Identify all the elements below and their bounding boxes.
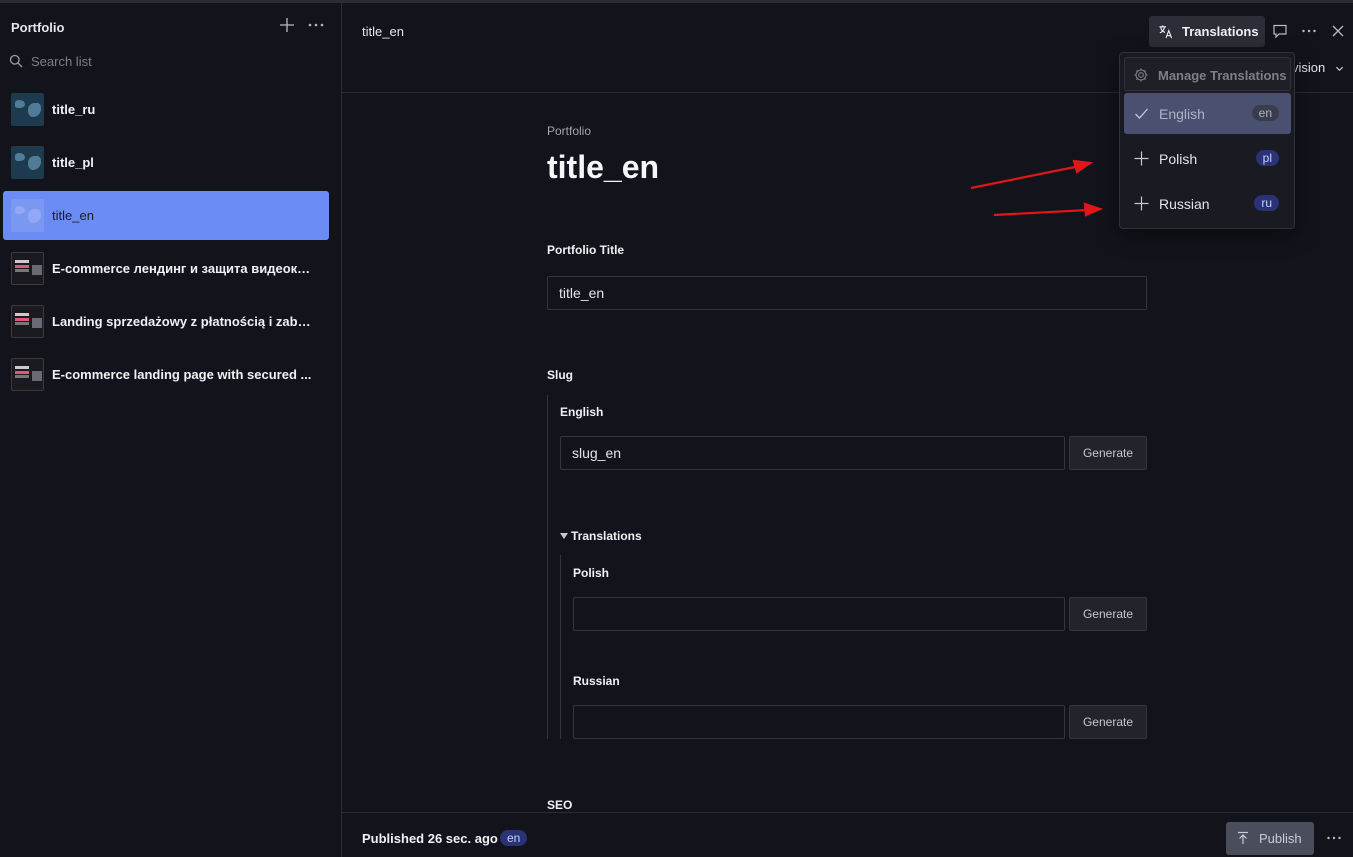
slug-russian-label: Russian (573, 674, 620, 688)
sidebar: Portfolio title_ru title_pl title_en E-c… (0, 3, 342, 857)
more-icon[interactable] (1301, 23, 1317, 39)
thumbnail (11, 252, 44, 285)
slug-group-border (547, 395, 548, 739)
publish-button-label: Publish (1259, 831, 1302, 846)
slug-polish-label: Polish (573, 566, 610, 580)
translations-menu: Manage Translations English en Polish pl… (1119, 52, 1295, 229)
list-item-active[interactable]: title_en (3, 191, 329, 240)
sidebar-header: Portfolio (0, 3, 341, 51)
breadcrumb: Portfolio (547, 124, 592, 138)
translations-button[interactable]: Translations (1149, 16, 1265, 47)
menu-item-label: Russian (1159, 196, 1210, 212)
thumbnail (11, 358, 44, 391)
portfolio-title-label: Portfolio Title (547, 243, 625, 257)
plus-icon (1134, 151, 1149, 166)
publish-button[interactable]: Publish (1226, 822, 1314, 855)
document-footer: Published 26 sec. ago en Publish (342, 812, 1353, 857)
caret-down-icon (560, 532, 568, 539)
gear-icon (1134, 68, 1148, 82)
document-list: title_ru title_pl title_en E-commerce ле… (3, 85, 329, 403)
menu-item-english[interactable]: English en (1124, 93, 1291, 134)
list-item[interactable]: title_ru (3, 85, 329, 134)
thumbnail (11, 146, 44, 179)
language-badge: en (1251, 105, 1279, 121)
translations-group-border (560, 555, 561, 739)
sidebar-search (9, 51, 329, 73)
slug-label: Slug (547, 368, 573, 382)
language-code: pl (1255, 150, 1279, 166)
list-item[interactable]: Landing sprzedażowy z płatnością i zabe.… (3, 297, 329, 346)
list-item-label: title_ru (52, 102, 96, 117)
plus-icon (1134, 196, 1149, 211)
page-title: title_en (547, 149, 660, 185)
list-item[interactable]: title_pl (3, 138, 329, 187)
list-item[interactable]: E-commerce лендинг и защита видеоку... (3, 244, 329, 293)
document-header-title: title_en (362, 24, 404, 39)
slug-english-input[interactable] (560, 436, 1065, 470)
menu-item-label: Polish (1159, 151, 1198, 167)
generate-button[interactable]: Generate (1069, 436, 1147, 470)
slug-polish-input[interactable] (573, 597, 1065, 631)
language-badge: pl (1255, 150, 1279, 166)
comment-icon[interactable] (1272, 23, 1288, 39)
sidebar-title: Portfolio (11, 20, 65, 35)
plus-icon[interactable] (278, 16, 296, 34)
list-item-label: Landing sprzedażowy z płatnością i zabe.… (52, 314, 312, 329)
list-item[interactable]: E-commerce landing page with secured ... (3, 350, 329, 399)
list-item-label: E-commerce landing page with secured ... (52, 367, 312, 382)
search-icon (9, 54, 23, 68)
translate-icon (1159, 25, 1173, 39)
list-item-label: title_pl (52, 155, 94, 170)
thumbnail (11, 305, 44, 338)
publish-icon (1238, 831, 1248, 844)
revision-label: vision (1292, 60, 1326, 75)
thumbnail (11, 93, 44, 126)
menu-item-label: English (1159, 106, 1205, 122)
seo-label: SEO (547, 798, 573, 812)
translations-collapse-toggle[interactable]: Translations (560, 529, 642, 543)
menu-item-polish[interactable]: Polish pl (1124, 138, 1291, 179)
revision-selector[interactable]: vision (1292, 60, 1344, 75)
check-icon (1135, 108, 1148, 119)
portfolio-title-input[interactable] (547, 276, 1147, 310)
manage-translations-button[interactable]: Manage Translations (1124, 57, 1291, 91)
search-input[interactable] (31, 51, 321, 71)
menu-item-russian[interactable]: Russian ru (1124, 183, 1291, 224)
slug-english-label: English (560, 405, 604, 419)
publish-status: Published 26 sec. ago (362, 831, 498, 846)
list-item-label: title_en (52, 208, 94, 223)
translations-button-label: Translations (1182, 24, 1259, 39)
manage-translations-label: Manage Translations (1158, 68, 1287, 83)
chevron-down-icon (1335, 66, 1343, 72)
language-badge: ru (1254, 195, 1279, 211)
language-code: en (1251, 105, 1279, 121)
language-badge: en (500, 830, 528, 846)
generate-button[interactable]: Generate (1069, 597, 1147, 631)
language-code: ru (1254, 195, 1279, 211)
more-icon[interactable] (1326, 830, 1342, 846)
more-icon[interactable] (307, 16, 325, 34)
thumbnail (11, 199, 44, 232)
translations-toggle-label: Translations (571, 529, 642, 543)
generate-button[interactable]: Generate (1069, 705, 1147, 739)
list-item-label: E-commerce лендинг и защита видеоку... (52, 261, 312, 276)
slug-russian-input[interactable] (573, 705, 1065, 739)
close-icon[interactable] (1330, 23, 1346, 39)
